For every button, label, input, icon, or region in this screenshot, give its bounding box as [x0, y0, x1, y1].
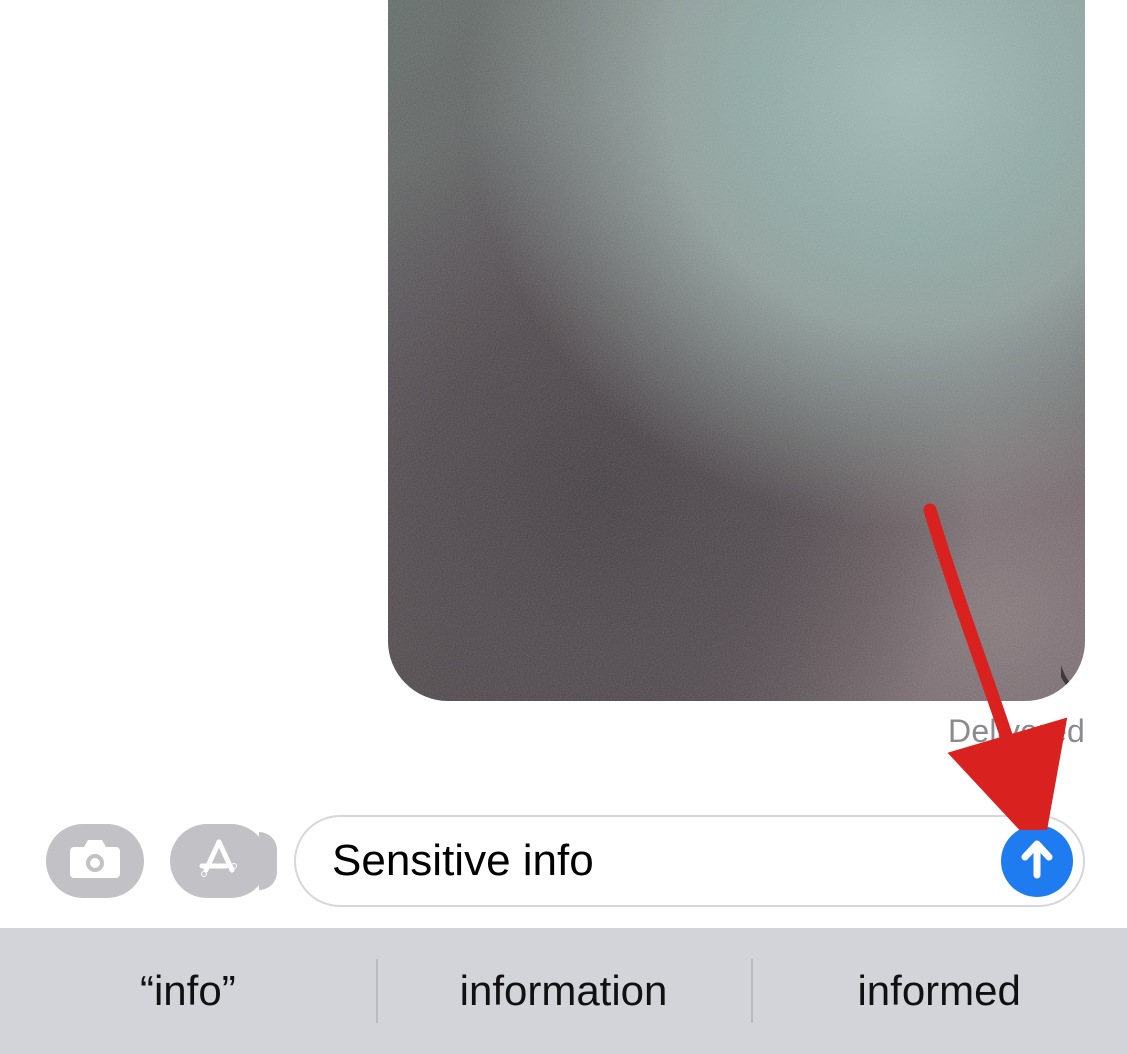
send-button[interactable] — [1001, 825, 1073, 897]
compose-bar: Sensitive info — [0, 810, 1127, 912]
starfield-texture — [388, 0, 1085, 701]
message-input[interactable]: Sensitive info — [332, 836, 1001, 886]
keyboard-suggestion-bar: “info” information informed — [0, 928, 1127, 1054]
suggestion-2[interactable]: information — [376, 937, 752, 1045]
conversation-area: Delivered — [0, 0, 1127, 784]
camera-icon — [68, 838, 122, 885]
delivery-status: Delivered — [948, 713, 1085, 750]
sent-message: Delivered — [388, 0, 1085, 750]
bubble-tail-icon — [1059, 663, 1085, 701]
suggestion-1[interactable]: “info” — [0, 937, 376, 1045]
arrow-up-icon — [1017, 837, 1057, 886]
message-input-container: Sensitive info — [294, 815, 1085, 907]
app-drawer-button[interactable] — [170, 824, 268, 898]
camera-button[interactable] — [46, 824, 144, 898]
suggestion-3[interactable]: informed — [751, 937, 1127, 1045]
app-store-icon — [196, 836, 242, 887]
sent-image-attachment[interactable] — [388, 0, 1085, 701]
